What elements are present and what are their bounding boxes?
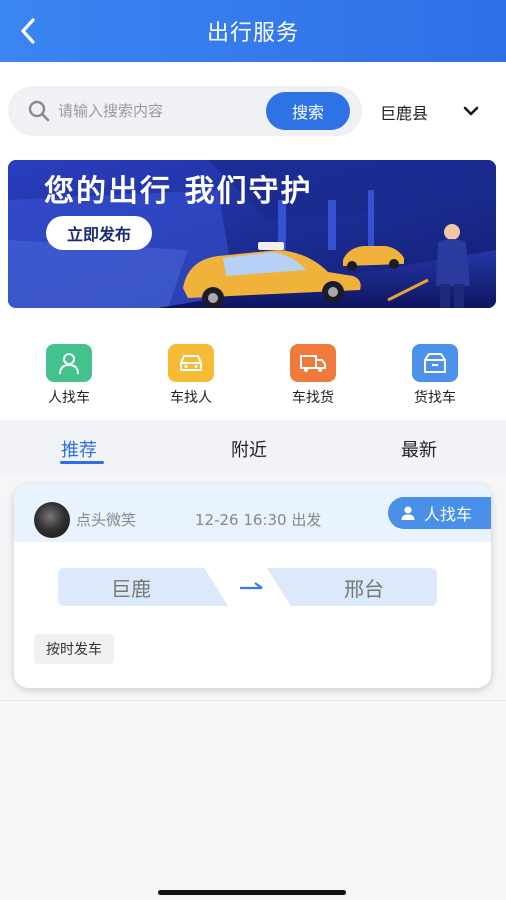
person-icon — [401, 506, 415, 520]
feed-tabs: 推荐 附近 最新 — [0, 420, 506, 476]
departure-time: 12-26 16:30 出发 — [195, 511, 322, 529]
divider — [0, 700, 506, 701]
tab-latest[interactable]: 最新 — [401, 436, 437, 462]
category-label: 车找人 — [170, 390, 212, 406]
car-icon — [168, 344, 214, 382]
region-selector-label[interactable]: 巨鹿县 — [380, 100, 428, 124]
route-destination: 邢台 — [267, 568, 437, 606]
page-title: 出行服务 — [206, 21, 299, 46]
arrow-right-icon — [240, 582, 263, 590]
badge-label: 人找车 — [424, 505, 473, 524]
home-indicator[interactable] — [158, 890, 346, 895]
category-person-find-car[interactable]: 人找车 — [8, 326, 130, 414]
active-tab-indicator — [60, 461, 104, 464]
person-icon — [46, 344, 92, 382]
listing-type-badge: 人找车 — [388, 497, 491, 529]
search-button[interactable]: 搜索 — [266, 92, 350, 130]
chevron-down-icon[interactable] — [460, 100, 482, 122]
chevron-left-icon — [21, 18, 35, 44]
category-car-find-person[interactable]: 车找人 — [130, 326, 252, 414]
promo-banner[interactable]: 您的出行 我们守护 立即发布 — [8, 160, 496, 308]
app-header: 出行服务 — [0, 0, 506, 62]
truck-icon — [290, 344, 336, 382]
category-cargo-find-car[interactable]: 货找车 — [374, 326, 496, 414]
category-car-find-cargo[interactable]: 车找货 — [252, 326, 374, 414]
category-label: 货找车 — [414, 390, 456, 406]
route-origin: 巨鹿 — [58, 568, 228, 606]
search-input[interactable] — [58, 102, 258, 120]
box-icon — [412, 344, 458, 382]
avatar[interactable] — [34, 502, 70, 538]
tab-nearby[interactable]: 附近 — [231, 436, 267, 462]
publish-now-button[interactable]: 立即发布 — [46, 216, 152, 250]
category-row: 人找车 车找人 车找货 货找车 — [8, 326, 496, 414]
category-label: 车找货 — [292, 390, 334, 406]
tab-recommend[interactable]: 推荐 — [61, 436, 97, 462]
back-button[interactable] — [14, 16, 42, 46]
search-bar: 搜索 — [8, 86, 362, 136]
ride-listing-card[interactable]: 点头微笑 12-26 16:30 出发 人找车 巨鹿 邢台 按时发车 — [14, 484, 491, 688]
banner-title: 您的出行 我们守护 — [44, 174, 313, 209]
username: 点头微笑 — [76, 511, 137, 529]
search-icon — [28, 100, 50, 122]
listing-tag: 按时发车 — [34, 634, 114, 664]
category-label: 人找车 — [48, 390, 90, 406]
